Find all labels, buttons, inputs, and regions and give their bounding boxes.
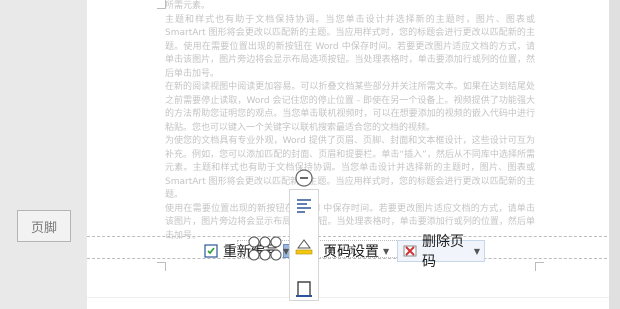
chevron-down-icon: ▼ <box>473 246 480 256</box>
paragraph[interactable]: 为使您的文档具有专业外观，Word 提供了页眉、页脚、封面和文本框设计，这些设计… <box>165 135 535 203</box>
minus-circle-icon[interactable] <box>294 168 314 188</box>
paragraph[interactable]: 在新的阅读视图中阅读更加容易。可以折叠文档某些部分并关注所需文本。如果在达到结尾… <box>165 81 535 135</box>
page-number-settings-label: 页码设置 <box>323 244 379 260</box>
footer-divider-line <box>87 297 609 298</box>
margin-corner-bottom-left <box>157 262 166 271</box>
border-frame-icon[interactable] <box>294 278 314 298</box>
quick-tools-panel <box>289 169 319 301</box>
align-lines-icon[interactable] <box>294 196 314 216</box>
document-body[interactable]: 所需元素。 主题和样式也有助于文档保持协调。当您单击设计并选择新的主题时，图片、… <box>165 0 535 243</box>
footer-label: 页脚 <box>17 210 71 242</box>
renumber-icon <box>203 243 219 259</box>
margin-corner-bottom-right <box>535 262 544 271</box>
delete-page-number-button[interactable]: 删除页码 ▼ <box>397 234 485 270</box>
document-page[interactable]: 所需元素。 主题和样式也有助于文档保持协调。当您单击设计并选择新的主题时，图片、… <box>87 0 609 309</box>
footer-boundary-top <box>87 236 607 237</box>
position-grid-icon[interactable] <box>248 236 288 262</box>
paragraph[interactable]: 主题和样式也有助于文档保持协调。当您单击设计并选择新的主题时，图片、图表或 Sm… <box>165 14 535 82</box>
right-gutter <box>609 0 620 309</box>
left-margin <box>0 0 87 309</box>
fill-color-icon[interactable] <box>294 236 314 256</box>
delete-icon <box>402 243 418 259</box>
paragraph[interactable]: 所需元素。 <box>165 0 535 14</box>
delete-page-number-label: 删除页码 <box>422 234 464 270</box>
chevron-down-icon: ▼ <box>383 246 390 256</box>
